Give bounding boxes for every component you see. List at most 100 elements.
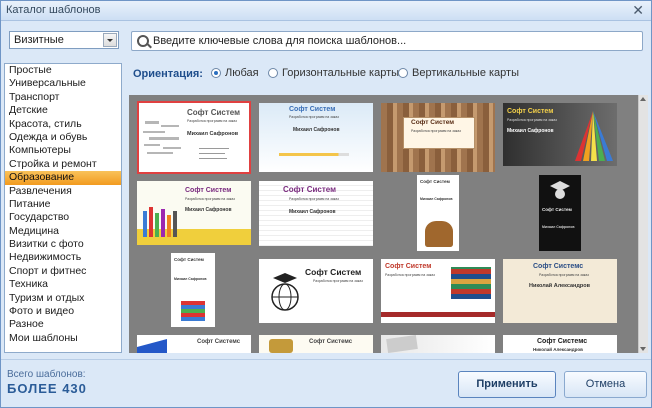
category-item[interactable]: Туризм и отдых [5, 292, 121, 305]
card-person: Михаил Сафронов [542, 225, 575, 229]
orientation-filter: Ориентация: Любая Горизонтальные карты В… [131, 63, 643, 85]
card-tagline: Разработка программ на заказ [385, 273, 435, 277]
category-item[interactable]: Детские [5, 104, 121, 117]
card-company: Софт Систем [174, 257, 204, 262]
search-input[interactable] [153, 33, 633, 49]
category-item[interactable]: Недвижимость [5, 251, 121, 264]
card-person: Михаил Сафронов [293, 127, 340, 133]
chevron-down-icon[interactable] [103, 33, 117, 47]
card-type-value: Визитные [14, 34, 64, 46]
template-card[interactable]: Софт Систем Михаил Сафронов [417, 175, 459, 251]
category-item[interactable]: Медицина [5, 225, 121, 238]
template-gallery: Софт Систем Разработка программ на заказ… [129, 95, 638, 353]
books-image [181, 301, 205, 321]
category-item[interactable]: Простые [5, 64, 121, 77]
template-catalog-window: Каталог шаблонов ✕ Визитные Простые Униве… [0, 0, 652, 408]
template-card[interactable]: Софт Систем Разработка программ на заказ… [503, 103, 617, 166]
category-list[interactable]: Простые Универсальные Транспорт Детские Крас… [4, 63, 122, 353]
card-tagline: Разработка программ на заказ [289, 197, 339, 201]
books-owl-image [425, 221, 453, 247]
radio-dot [211, 68, 221, 78]
card-type-select[interactable]: Визитные [9, 31, 119, 49]
card-tagline: Разработка программ на заказ [187, 119, 237, 123]
template-card[interactable]: Софт Систем Разработка программ на заказ… [259, 103, 373, 172]
text-line [199, 158, 227, 159]
template-card[interactable]: Софт Систем Разработка программ на заказ [259, 259, 373, 323]
template-card[interactable]: Софт Систем Разработка программ на заказ… [259, 181, 373, 246]
text-line [199, 148, 229, 149]
apply-button[interactable]: Применить [458, 371, 556, 398]
crayons-image [143, 207, 177, 237]
category-item[interactable]: Одежда и обувь [5, 131, 121, 144]
category-item[interactable]: Развлечения [5, 185, 121, 198]
category-item[interactable]: Универсальные [5, 77, 121, 90]
category-item[interactable]: Транспорт [5, 91, 121, 104]
card-person: Михаил Сафронов [187, 131, 239, 137]
category-item[interactable]: Государство [5, 211, 121, 224]
orientation-label: Ориентация: [133, 68, 203, 80]
graduate-silhouette-icon [550, 181, 570, 199]
card-tagline: Разработка программ на заказ [539, 273, 589, 277]
blue-graphic [137, 339, 167, 353]
category-item[interactable]: Питание [5, 198, 121, 211]
search-box[interactable] [131, 31, 643, 51]
cancel-button[interactable]: Отмена [564, 371, 647, 398]
dialog-footer: Всего шаблонов: БОЛЕЕ 430 Применить Отме… [1, 359, 651, 407]
template-card[interactable]: Софт Систем Разработка программ на заказ… [137, 181, 251, 245]
category-item[interactable]: Стройка и ремонт [5, 158, 121, 171]
card-person: Михаил Сафронов [185, 207, 232, 213]
coins-image [269, 339, 293, 353]
paper-image [386, 335, 418, 353]
template-card[interactable]: Софт Систем Михаил Сафронов [171, 253, 215, 327]
total-templates-label: Всего шаблонов: [7, 369, 86, 380]
card-person: Николай Александров [533, 347, 583, 352]
text-line [199, 153, 225, 154]
radio-any-label: Любая [225, 67, 259, 79]
pencils-image [575, 111, 613, 161]
template-card[interactable]: Софт Систем Разработка программ на заказ [381, 259, 495, 323]
template-card[interactable]: Софт Системс [137, 335, 251, 353]
category-item[interactable]: Мои шаблоны [5, 332, 121, 345]
radio-dot [398, 68, 408, 78]
template-card[interactable] [381, 335, 495, 353]
books-stack-image [451, 267, 491, 299]
card-person: Михаил Сафронов [289, 209, 336, 215]
card-company: Софт Системс [537, 338, 588, 345]
card-person: Михаил Сафронов [174, 277, 207, 281]
gallery-scrollbar[interactable] [638, 95, 648, 353]
radio-dot [268, 68, 278, 78]
card-person: Михаил Сафронов [420, 197, 453, 201]
template-card[interactable]: Софт Систем Разработка программ на заказ [381, 103, 495, 172]
total-templates-value: БОЛЕЕ 430 [7, 381, 87, 396]
close-icon[interactable]: ✕ [632, 2, 644, 18]
category-item[interactable]: Образование [5, 171, 121, 185]
template-card[interactable]: Софт Систем Михаил Сафронов [539, 175, 581, 251]
search-icon [137, 35, 149, 47]
template-card[interactable]: Софт Систем Разработка программ на заказ… [137, 101, 251, 174]
category-item[interactable]: Визитки с фото [5, 238, 121, 251]
window-title: Каталог шаблонов [6, 4, 101, 16]
card-company: Софт Системс [197, 339, 241, 345]
template-card[interactable]: Софт Системс Разработка программ на зака… [503, 259, 617, 323]
card-tagline: Разработка программ на заказ [507, 118, 557, 122]
card-tagline: Разработка программ на заказ [411, 129, 461, 133]
pencil-image [279, 153, 349, 156]
template-card[interactable]: Софт Системс [259, 335, 373, 353]
category-item[interactable]: Разное [5, 318, 121, 331]
category-item[interactable]: Фото и видео [5, 305, 121, 318]
template-card[interactable]: Софт Системс Николай Александров [503, 335, 617, 353]
radio-horizontal-label: Горизонтальные карты [282, 67, 400, 79]
scroll-up-icon[interactable] [640, 97, 646, 101]
category-item[interactable]: Красота, стиль [5, 118, 121, 131]
card-company: Софт Системс [533, 263, 584, 270]
scroll-down-icon[interactable] [640, 347, 646, 351]
category-item[interactable]: Компьютеры [5, 144, 121, 157]
category-item[interactable]: Техника [5, 278, 121, 291]
category-item[interactable]: Спорт и фитнес [5, 265, 121, 278]
card-company: Софт Систем [305, 267, 362, 277]
card-tagline: Разработка программ на заказ [185, 197, 235, 201]
card-company: Софт Систем [411, 119, 455, 126]
card-company: Софт Системс [309, 339, 353, 345]
title-bar: Каталог шаблонов ✕ [1, 1, 651, 21]
red-footer-bar [381, 312, 495, 317]
